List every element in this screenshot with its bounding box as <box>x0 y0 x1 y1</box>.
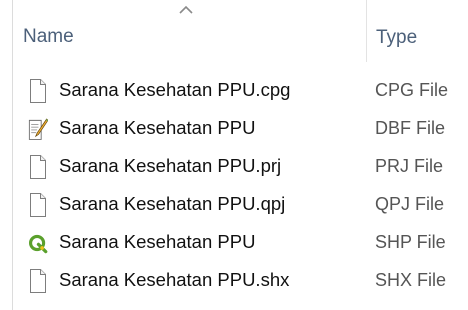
file-name: Sarana Kesehatan PPU <box>59 231 256 252</box>
file-list: Sarana Kesehatan PPU.cpg CPG File Sarana… <box>13 72 468 300</box>
file-row[interactable]: Sarana Kesehatan PPU.cpg CPG File <box>13 72 468 110</box>
document-icon <box>30 155 46 179</box>
file-row[interactable]: Sarana Kesehatan PPU.qpj QPJ File <box>13 186 468 224</box>
file-name: Sarana Kesehatan PPU.qpj <box>59 193 286 214</box>
file-row[interactable]: Sarana Kesehatan PPU.shx SHX File <box>13 262 468 300</box>
column-header-name[interactable]: Name <box>23 26 74 48</box>
dbf-document-edit-icon <box>28 118 48 140</box>
file-type: DBF File <box>375 118 446 138</box>
file-name: Sarana Kesehatan PPU.shx <box>59 269 290 290</box>
file-type: SHP File <box>375 232 446 252</box>
file-row[interactable]: Sarana Kesehatan PPU.prj PRJ File <box>13 148 468 186</box>
document-icon <box>30 269 46 293</box>
column-divider[interactable] <box>366 0 367 62</box>
file-type: CPG File <box>375 80 449 100</box>
column-header-type[interactable]: Type <box>376 27 417 49</box>
file-type: PRJ File <box>375 156 444 176</box>
file-row[interactable]: Sarana Kesehatan PPU SHP File <box>13 224 468 262</box>
file-type: SHX File <box>375 270 447 290</box>
qgis-icon <box>29 234 48 254</box>
file-explorer-details-view: Name Type Sarana Kesehatan PPU.cpg CPG F… <box>0 0 468 310</box>
file-row[interactable]: Sarana Kesehatan PPU DBF File <box>13 110 468 148</box>
document-icon <box>30 79 46 103</box>
file-type: QPJ File <box>375 194 445 214</box>
sort-ascending-icon <box>179 5 193 14</box>
column-header-row: Name Type <box>13 0 468 62</box>
file-name: Sarana Kesehatan PPU <box>59 117 256 138</box>
file-name: Sarana Kesehatan PPU.prj <box>59 155 282 176</box>
file-name: Sarana Kesehatan PPU.cpg <box>59 79 291 100</box>
document-icon <box>30 193 46 217</box>
